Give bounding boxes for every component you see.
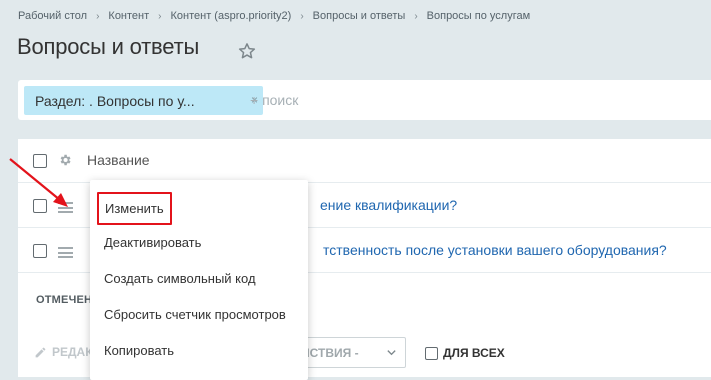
breadcrumb-separator: ›	[414, 10, 418, 22]
filter-bar[interactable]: Раздел: . Вопросы по у... × + поиск	[18, 80, 711, 120]
search-input[interactable]: + поиск	[250, 92, 298, 108]
row-menu-icon[interactable]	[58, 247, 73, 258]
row-checkbox[interactable]	[33, 244, 47, 258]
row-context-menu: Изменить Деактивировать Создать символьн…	[90, 180, 308, 380]
star-icon[interactable]	[238, 42, 256, 60]
edit-button[interactable]: РЕДАК	[34, 345, 93, 359]
pencil-icon	[35, 347, 46, 357]
grid-header-row: Название	[18, 139, 711, 183]
selected-count-label: ОТМЕЧЕН	[36, 294, 93, 306]
for-all-checkbox[interactable]	[425, 346, 438, 360]
edit-button-label: РЕДАК	[52, 345, 93, 359]
for-all-toggle[interactable]: ДЛЯ ВСЕХ	[425, 346, 505, 360]
row-title-link[interactable]: тственность после установки вашего обору…	[323, 242, 667, 258]
breadcrumb-item-content-aspro[interactable]: Контент (aspro.priority2)	[171, 10, 292, 22]
breadcrumb-separator: ›	[300, 10, 304, 22]
for-all-label: ДЛЯ ВСЕХ	[443, 346, 505, 360]
chevron-down-icon	[387, 350, 396, 356]
menu-item-deactivate[interactable]: Деактивировать	[104, 235, 201, 250]
filter-tag-label: Раздел: . Вопросы по у...	[35, 92, 195, 109]
column-header-name[interactable]: Название	[87, 152, 150, 168]
page-title: Вопросы и ответы	[17, 34, 200, 59]
row-title-link[interactable]: ение квалификации?	[320, 197, 457, 213]
annotation-arrow-icon	[9, 158, 68, 207]
breadcrumb-item-desktop[interactable]: Рабочий стол	[18, 10, 87, 22]
menu-item-create-symbolic-code[interactable]: Создать символьный код	[104, 271, 256, 286]
menu-item-copy[interactable]: Копировать	[104, 343, 174, 358]
breadcrumb-separator: ›	[96, 10, 100, 22]
breadcrumb: Рабочий стол › Контент › Контент (aspro.…	[18, 9, 530, 23]
breadcrumb-item-content[interactable]: Контент	[108, 10, 149, 22]
breadcrumb-item-faq[interactable]: Вопросы и ответы	[313, 10, 406, 22]
filter-tag-section[interactable]: Раздел: . Вопросы по у... ×	[24, 86, 263, 115]
breadcrumb-item-service-questions[interactable]: Вопросы по услугам	[427, 10, 531, 22]
menu-item-edit[interactable]: Изменить	[97, 192, 172, 225]
menu-item-reset-view-counter[interactable]: Сбросить счетчик просмотров	[104, 307, 286, 322]
breadcrumb-separator: ›	[158, 10, 162, 22]
